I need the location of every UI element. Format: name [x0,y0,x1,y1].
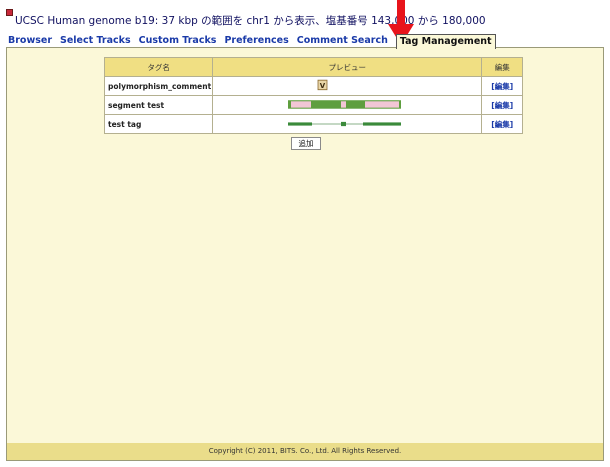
tag-name: test tag [103,114,214,134]
tab-comment-search[interactable]: Comment Search [297,34,388,48]
tab-bar: Browser Select Tracks Custom Tracks Pref… [8,33,496,49]
table-row: polymorphism_comment V [編集] [103,76,524,96]
tab-select-tracks[interactable]: Select Tracks [60,34,131,48]
comment-marker-preview: V [317,79,328,90]
tab-tag-management[interactable]: Tag Management [395,34,496,49]
tag-name: segment test [103,95,214,115]
table-header-row: タグ名 プレビュー 編集 [103,57,524,77]
add-tag-button[interactable]: 追加 [291,137,321,150]
table-row: segment test [編集] [103,95,524,115]
table-row: test tag [編集] [103,114,524,134]
segment-preview [288,100,402,109]
tag-preview [212,95,483,115]
column-header-edit: 編集 [481,57,524,77]
tag-line-preview [288,121,402,127]
edit-link[interactable]: [編集] [491,82,513,91]
column-header-tag-name: タグ名 [103,57,214,77]
column-header-preview: プレビュー [212,57,483,77]
tag-table: タグ名 プレビュー 編集 polymorphism_comment V [編集]… [103,57,524,134]
edit-link[interactable]: [編集] [491,120,513,129]
tab-preferences[interactable]: Preferences [224,34,288,48]
edit-cell: [編集] [481,95,524,115]
tag-name: polymorphism_comment [103,76,214,96]
edit-link[interactable]: [編集] [491,101,513,110]
comment-marker-glyph: V [320,81,326,90]
tag-preview [212,114,483,134]
app-logo-icon [6,9,13,16]
edit-cell: [編集] [481,76,524,96]
tab-browser[interactable]: Browser [8,34,52,48]
footer-copyright: Copyright (C) 2011, BITS. Co., Ltd. All … [7,443,603,460]
tag-management-panel: タグ名 プレビュー 編集 polymorphism_comment V [編集]… [6,47,604,461]
tag-preview: V [212,76,483,96]
edit-cell: [編集] [481,114,524,134]
page-title: UCSC Human genome b19: 37 kbp の範囲を chr1 … [15,15,486,27]
tab-custom-tracks[interactable]: Custom Tracks [139,34,217,48]
